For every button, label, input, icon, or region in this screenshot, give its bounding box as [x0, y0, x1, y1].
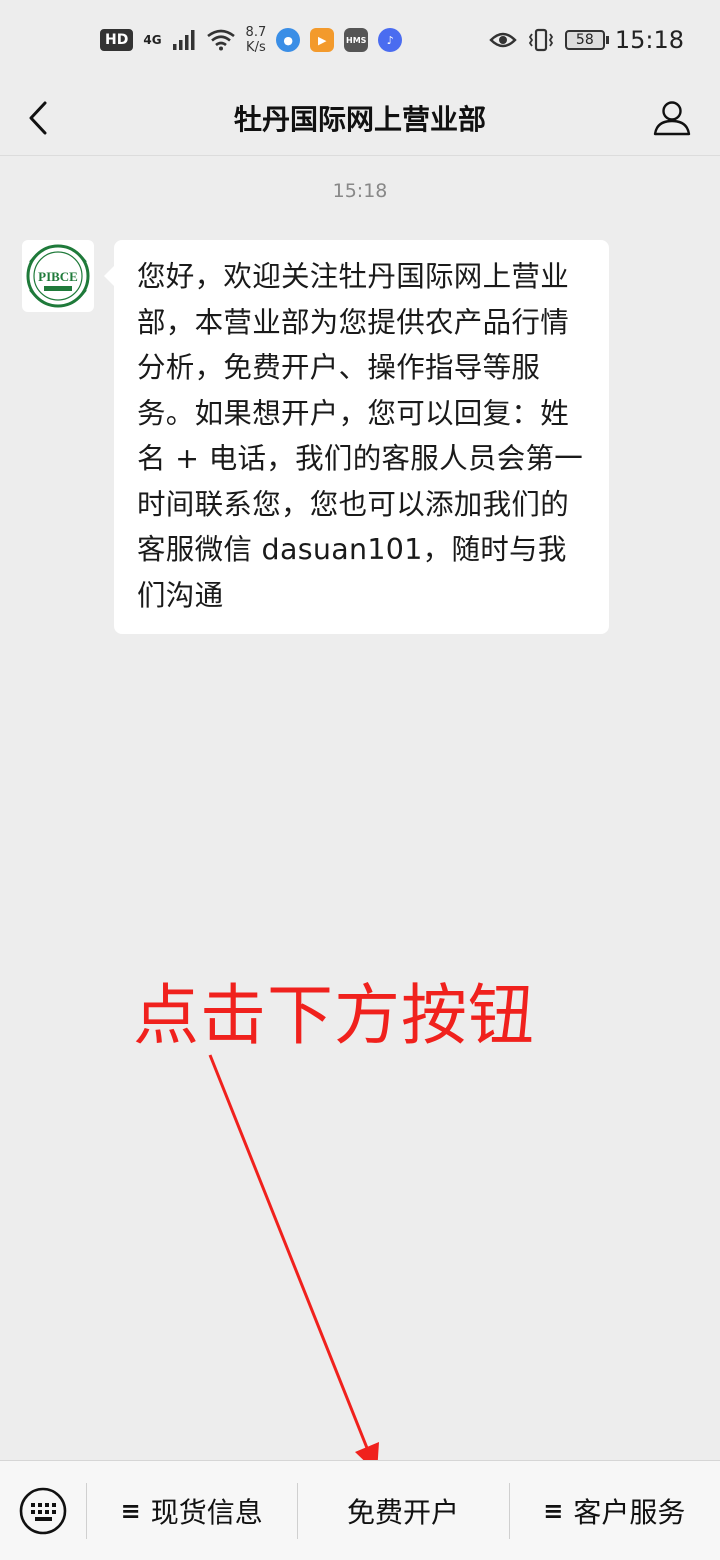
profile-button[interactable] — [646, 92, 698, 144]
status-time: 15:18 — [614, 26, 684, 54]
menu-label: 现货信息 — [150, 1495, 263, 1529]
vibrate-icon — [528, 28, 553, 52]
status-bar-right: 58 15:18 — [489, 26, 684, 54]
back-button[interactable] — [18, 92, 58, 144]
status-bar: HD 4G 8.7 K/s ● ▶ HMS ♪ 58 15:18 — [0, 0, 720, 80]
annotation-arrow — [208, 1054, 379, 1473]
user-icon — [653, 101, 691, 136]
avatar[interactable]: PIBCE — [22, 240, 94, 312]
wifi-icon — [206, 29, 235, 51]
status-bar-left: HD 4G 8.7 K/s ● ▶ HMS ♪ — [100, 25, 403, 55]
message-bubble[interactable]: 您好，欢迎关注牡丹国际网上营业部，本营业部为您提供农产品行情分析，免费开户、操作… — [104, 240, 609, 634]
keyboard-icon — [19, 1487, 67, 1534]
hms-icon: HMS — [344, 28, 369, 52]
menu-list-icon: ≡ — [120, 1496, 141, 1525]
pibce-logo: PIBCE — [26, 244, 90, 308]
chat-header: 牡丹国际网上营业部 — [0, 80, 720, 156]
speed-unit: K/s — [246, 40, 266, 55]
menu-free-account[interactable]: 免费开户 — [297, 1461, 508, 1560]
battery-icon: 58 — [564, 30, 609, 50]
menu-customer-service[interactable]: ≡ 客户服务 — [508, 1461, 720, 1560]
annotation-text: 点击下方按钮 — [133, 977, 535, 1054]
avatar-text: PIBCE — [38, 269, 78, 284]
message-timestamp: 15:18 — [332, 180, 388, 202]
speed-value: 8.7 — [245, 25, 267, 40]
video-app-icon: ▶ — [310, 28, 335, 52]
signal-icon — [172, 30, 195, 50]
message-text: 您好，欢迎关注牡丹国际网上营业部，本营业部为您提供农产品行情分析，免费开户、操作… — [137, 260, 584, 612]
page-title: 牡丹国际网上营业部 — [233, 102, 486, 136]
menu-spot-info[interactable]: ≡ 现货信息 — [86, 1461, 297, 1560]
eye-comfort-icon — [489, 32, 517, 48]
hd-badge: HD — [100, 29, 134, 51]
browser-icon: ● — [276, 28, 301, 52]
network-type: 4G — [143, 33, 162, 47]
menu-list-icon: ≡ — [543, 1496, 564, 1525]
network-speed: 8.7 K/s — [246, 25, 267, 55]
chevron-left-icon — [29, 101, 47, 135]
keyboard-toggle-button[interactable] — [0, 1461, 86, 1560]
menu-label: 免费开户 — [346, 1495, 459, 1529]
bottom-menu: ≡ 现货信息 免费开户 ≡ 客户服务 — [0, 1460, 720, 1560]
menu-label: 客户服务 — [573, 1495, 686, 1529]
music-icon: ♪ — [378, 28, 403, 52]
